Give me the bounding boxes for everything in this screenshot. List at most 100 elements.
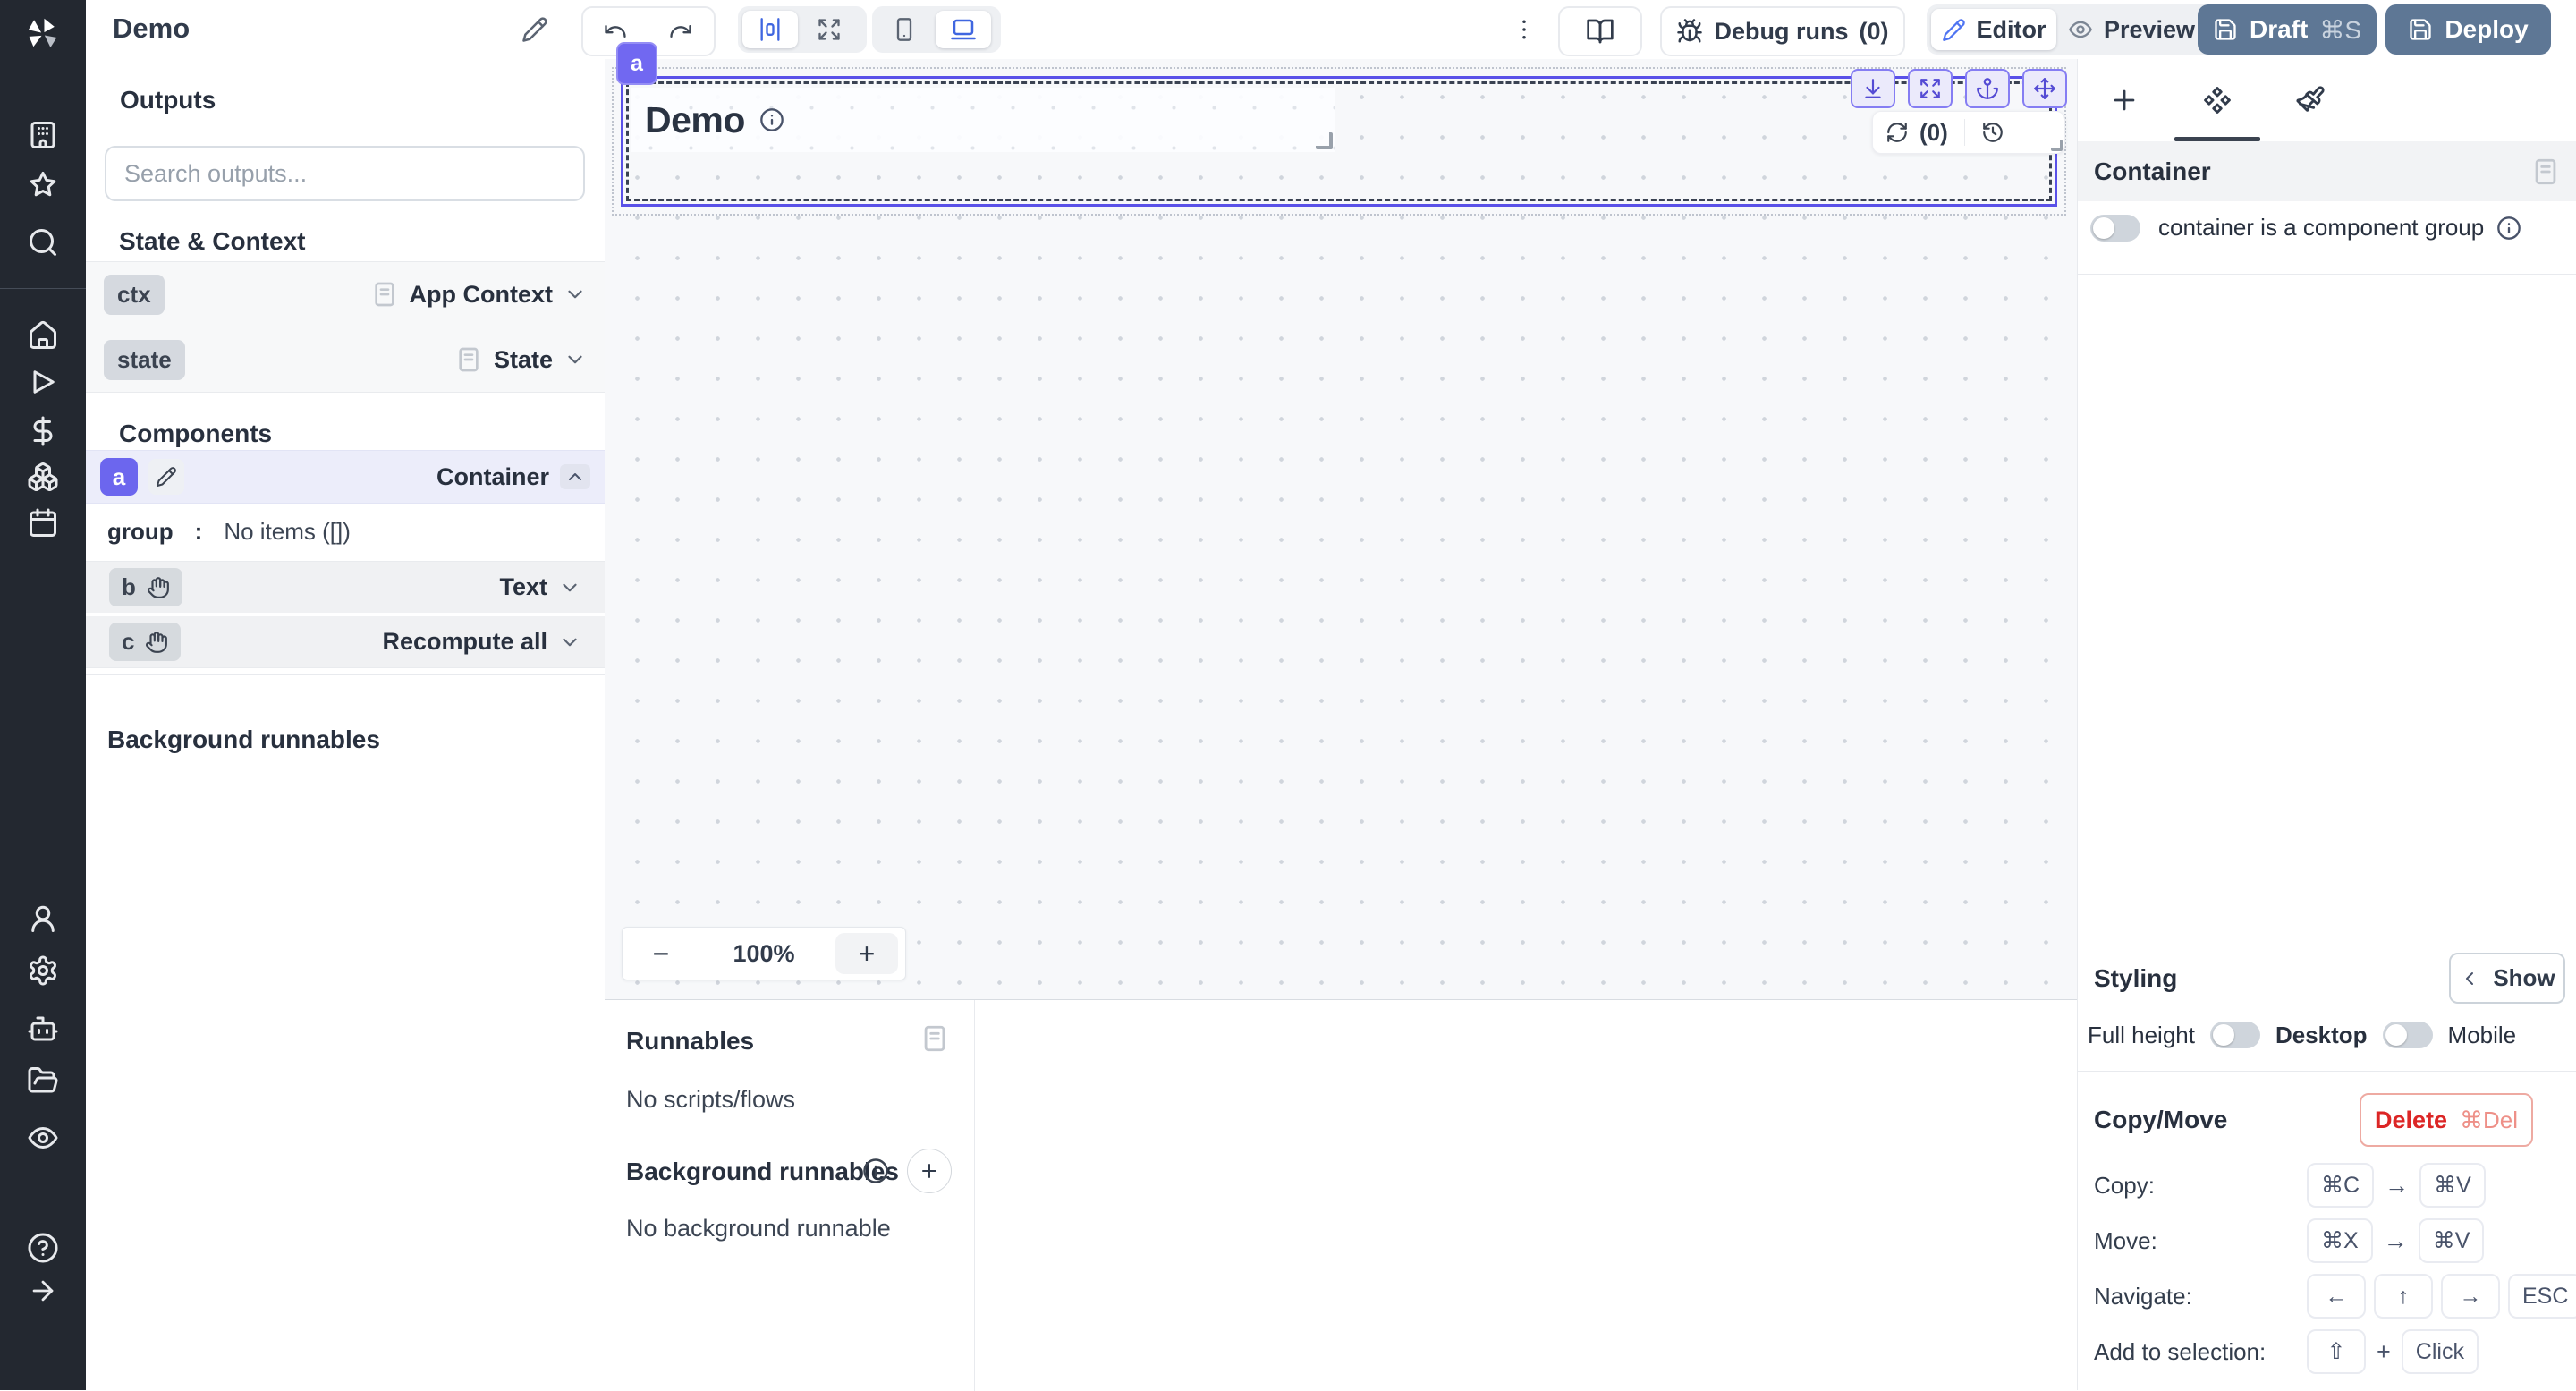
grid-layout-button[interactable] <box>742 11 798 48</box>
anchor-button[interactable] <box>1965 69 2010 108</box>
sidebar-item-folders[interactable] <box>21 1059 64 1102</box>
rail-expand-button[interactable] <box>21 1269 64 1312</box>
container-toolbar <box>1851 69 2067 108</box>
star-icon <box>27 170 59 202</box>
group-toggle-label: container is a component group <box>2158 214 2484 242</box>
edit-id-button[interactable] <box>148 459 184 495</box>
add-background-runnable-button[interactable] <box>907 1149 952 1193</box>
redo-button[interactable] <box>648 8 713 55</box>
canvas-heading: Demo <box>645 99 745 141</box>
selected-container[interactable]: a Demo (0) <box>621 76 2057 207</box>
zoom-in-button[interactable]: + <box>835 933 898 974</box>
sidebar-item-schedules[interactable] <box>21 502 64 545</box>
state-doc-icon <box>454 345 483 374</box>
sidebar-item-billing[interactable] <box>21 410 64 453</box>
chevron-down-icon[interactable] <box>564 283 587 306</box>
kebab-menu-icon <box>1511 16 1538 43</box>
component-row-container[interactable]: a Container <box>86 450 605 504</box>
divider <box>2078 274 2576 275</box>
full-height-toggle[interactable] <box>2210 1022 2260 1048</box>
desktop-view-button[interactable] <box>936 11 991 48</box>
info-icon[interactable] <box>759 107 784 132</box>
group-value[interactable]: No items ([]) <box>224 518 351 546</box>
draft-button[interactable]: Draft ⌘S <box>2198 4 2377 55</box>
inspector-tabs <box>2078 59 2576 142</box>
chevron-down-icon[interactable] <box>558 576 581 599</box>
selection-tag[interactable]: a <box>616 42 657 85</box>
runnables-doc-icon[interactable] <box>919 1023 950 1054</box>
state-type-label: State <box>494 346 553 374</box>
navigate-label: Navigate: <box>2094 1283 2192 1310</box>
pencil-icon <box>521 16 548 43</box>
device-toggle-group <box>872 6 1001 53</box>
delete-button[interactable]: Delete ⌘Del <box>2360 1093 2533 1147</box>
output-row-ctx[interactable]: ctx App Context <box>86 261 605 327</box>
arrow-glyph: → <box>2385 1172 2409 1200</box>
component-row-text[interactable]: b Text <box>86 561 605 615</box>
sidebar-item-favorites[interactable] <box>21 165 64 208</box>
sidebar-item-apps[interactable] <box>21 114 64 157</box>
tab-preview[interactable]: Preview <box>2056 9 2207 50</box>
sidebar-item-search[interactable] <box>21 221 64 264</box>
move-icon <box>2033 77 2056 100</box>
smartphone-icon <box>892 17 917 42</box>
sidebar-item-help[interactable] <box>21 1226 64 1269</box>
kbd-copy: ⌘C <box>2307 1163 2374 1208</box>
sidebar-item-user[interactable] <box>21 897 64 940</box>
app-canvas[interactable]: a Demo (0) − 100% + <box>605 59 2077 999</box>
desktop-toggle[interactable] <box>2383 1022 2433 1048</box>
tab-insert[interactable] <box>2078 59 2171 141</box>
docs-button[interactable] <box>1558 6 1642 56</box>
info-icon[interactable] <box>862 1158 889 1184</box>
zoom-out-button[interactable]: − <box>630 933 692 974</box>
component-doc-icon[interactable] <box>2530 157 2561 187</box>
recompute-badge: c <box>122 628 134 656</box>
text-badge: b <box>122 573 136 601</box>
zoom-level: 100% <box>692 940 835 968</box>
search-outputs-input[interactable] <box>105 146 585 201</box>
styling-show-button[interactable]: Show <box>2449 953 2565 1004</box>
sidebar-item-audit[interactable] <box>21 1116 64 1159</box>
expand-down-button[interactable] <box>1851 69 1895 108</box>
info-icon[interactable] <box>2496 216 2521 241</box>
desktop-label: Desktop <box>2275 1022 2368 1049</box>
tab-editor[interactable]: Editor <box>1931 9 2056 50</box>
component-row-recompute[interactable]: c Recompute all <box>86 616 605 668</box>
history-icon[interactable] <box>1981 121 2004 144</box>
tab-settings[interactable] <box>2171 59 2264 141</box>
sidebar-item-settings[interactable] <box>21 949 64 992</box>
mobile-view-button[interactable] <box>877 11 932 48</box>
chevron-down-icon[interactable] <box>558 631 581 654</box>
output-row-state[interactable]: state State <box>86 327 605 393</box>
fullscreen-button[interactable] <box>1908 69 1953 108</box>
chevron-down-icon[interactable] <box>564 348 587 371</box>
move-button[interactable] <box>2022 69 2067 108</box>
windmill-logo[interactable] <box>21 13 64 55</box>
debug-runs-button[interactable]: Debug runs (0) <box>1660 6 1905 56</box>
more-menu-button[interactable] <box>1506 12 1542 47</box>
expand-icon <box>817 17 842 42</box>
sidebar-item-resources[interactable] <box>21 455 64 498</box>
rename-app-button[interactable] <box>517 12 553 47</box>
tab-styling[interactable] <box>2264 59 2357 141</box>
group-toggle[interactable] <box>2090 215 2140 242</box>
collapse-container-button[interactable] <box>560 464 590 489</box>
sidebar-item-ai[interactable] <box>21 1007 64 1050</box>
home-icon <box>27 319 59 352</box>
text-component[interactable]: Demo <box>631 88 1335 152</box>
runnables-left: Runnables No scripts/flows Background ru… <box>605 1000 975 1391</box>
refresh-icon[interactable] <box>1885 121 1909 144</box>
resize-handle[interactable] <box>1316 132 1333 149</box>
sidebar-item-runs[interactable] <box>21 360 64 403</box>
runnables-title: Runnables <box>626 1027 754 1056</box>
layout-toggle-group <box>738 6 867 53</box>
deploy-button[interactable]: Deploy <box>2385 4 2551 55</box>
eye-icon <box>27 1122 59 1154</box>
group-colon: : <box>195 518 203 546</box>
shortcut-row-selection: Add to selection: ⇧ + Click <box>2078 1324 2576 1379</box>
fullscreen-canvas-button[interactable] <box>801 11 857 48</box>
kbd-esc: ESC <box>2508 1274 2576 1319</box>
user-icon <box>27 903 59 935</box>
resize-handle[interactable] <box>2051 140 2063 151</box>
sidebar-item-home[interactable] <box>21 314 64 357</box>
